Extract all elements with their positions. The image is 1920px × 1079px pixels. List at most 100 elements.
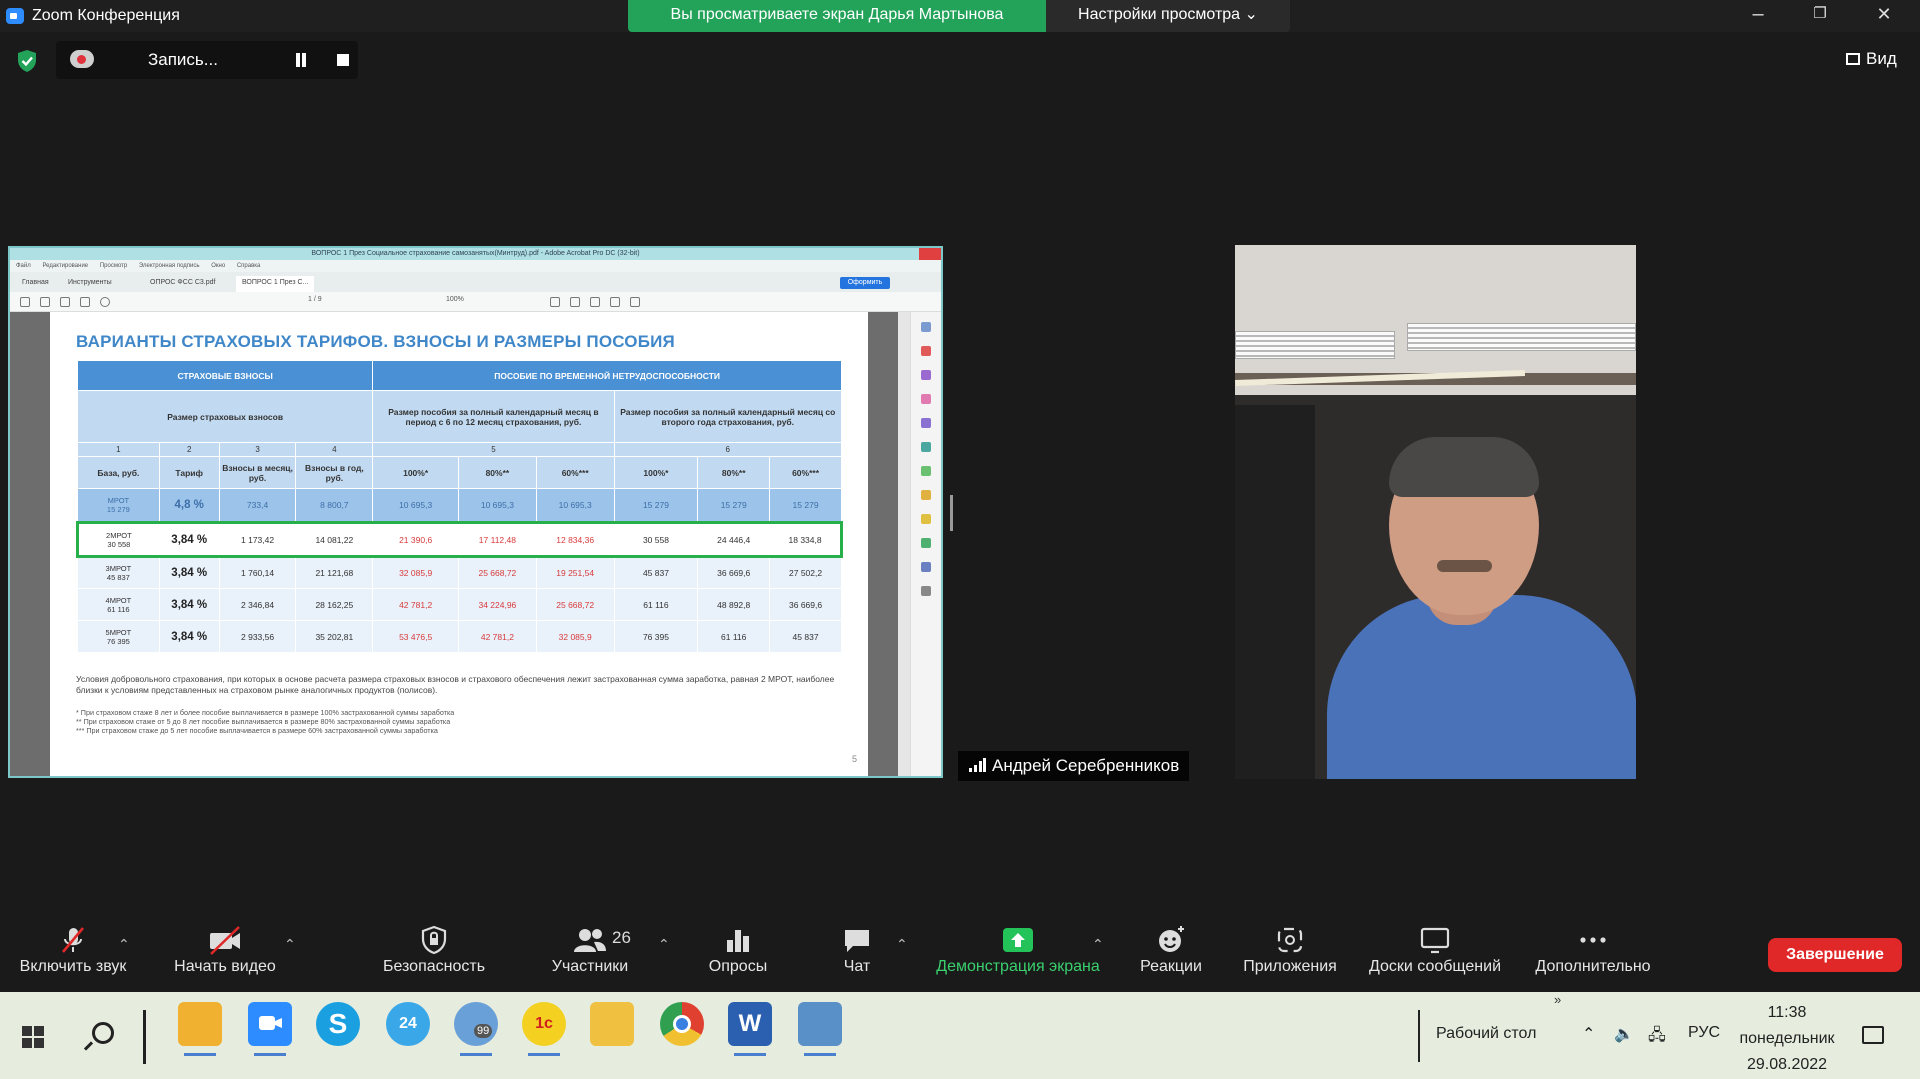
table-cell: 10 695,3 [458,488,537,523]
screen-share-banner: Вы просматриваете экран Дарья Мартынова [628,0,1046,32]
column-header: 100%* [372,456,459,489]
column-number: 4 [295,442,374,457]
table-cell: 1 173,42 [218,521,297,558]
fill-sign-icon [921,418,931,428]
acrobat-tabs: Главная Инструменты ОПРОС ФСС С3.pdf ВОП… [10,272,941,292]
tray-up-arrow-icon[interactable]: ⌃ [1582,1024,1595,1044]
edit-pdf-icon [921,394,931,404]
pen-icon [570,297,580,307]
view-options-dropdown[interactable]: Настройки просмотра ⌄ [1046,0,1290,32]
system-clock[interactable]: 11:38 понедельник 29.08.2022 [1730,1000,1844,1078]
bitrix24-icon[interactable]: 24 [386,1002,430,1046]
security-shield-icon [421,925,447,955]
1c-icon[interactable]: 1c [522,1002,566,1056]
table-cell: 18 334,8 [769,521,843,558]
view-button-label: Вид [1866,49,1897,68]
column-number: 2 [158,442,220,457]
participant-name: Андрей Серебренников [992,756,1180,775]
end-meeting-button[interactable]: Завершение [1768,938,1902,972]
apps-button[interactable]: Приложения [1236,912,1344,992]
word-icon[interactable]: W [728,1002,772,1056]
table-cell: 3,84 % [158,620,220,653]
participants-button[interactable]: Участники [542,912,638,992]
start-video-label: Начать видео [174,958,276,975]
stop-recording-icon[interactable] [337,54,349,66]
more-button[interactable]: Дополнительно [1526,912,1660,992]
network-icon[interactable]: 🖧 [1648,1024,1666,1051]
share-screen-button[interactable]: Демонстрация экрана [926,912,1110,992]
start-video-button[interactable]: Начать видео [166,912,284,992]
language-indicator[interactable]: РУС [1688,1024,1720,1042]
maximize-button[interactable]: ❐ [1792,0,1848,30]
microphone-muted-icon [62,927,84,953]
minimize-button[interactable]: – [1730,0,1786,30]
table-cell: 25 668,72 [535,588,615,621]
participant-figure [1327,437,1636,779]
close-button[interactable]: ✕ [1856,0,1912,30]
video-options-chevron-icon[interactable]: ⌃ [284,936,296,953]
share-screen-label: Демонстрация экрана [936,958,1100,975]
speaker-icon[interactable]: 🔈 [1614,1024,1634,1044]
table-cell: 3МРОТ 45 837 [77,556,160,589]
table-cell: 34 224,96 [458,588,537,621]
table-header-row: 1 2 3 4 5 6 [77,442,843,457]
view-splitter-handle[interactable] [950,495,953,531]
table-cell: 19 251,54 [535,556,615,589]
whiteboards-button[interactable]: Доски сообщений [1360,912,1510,992]
remote-desktop-icon[interactable] [798,1002,842,1056]
video-off-icon [210,926,240,955]
grid-view-icon [1846,53,1860,65]
base-value: 15 279 [106,505,130,514]
encryption-shield-icon[interactable] [16,49,38,73]
page-gutter-left [10,312,50,776]
skype-icon[interactable]: S [316,1002,360,1046]
table-cell: 48 892,8 [697,588,771,621]
clock-date: 29.08.2022 [1746,1056,1828,1073]
protect-icon [921,562,931,572]
chat-button[interactable]: Чат [826,912,888,992]
share-options-chevron-icon[interactable]: ⌃ [1092,936,1104,953]
column-header: База, руб. [77,456,160,489]
participants-options-chevron-icon[interactable]: ⌃ [658,936,670,953]
audio-options-chevron-icon[interactable]: ⌃ [118,936,130,953]
search-icon [100,297,110,307]
reactions-label: Реакции [1140,958,1202,975]
double-chevron-icon[interactable]: » [1554,992,1561,1007]
table-cell: 10 695,3 [372,488,459,523]
table-cell: 15 279 [769,488,842,523]
outlook-icon[interactable] [178,1002,222,1056]
explorer-icon[interactable] [590,1002,634,1046]
table-cell: 4МРОТ 61 116 [77,588,160,621]
table-cell: 2 933,56 [218,620,297,653]
polls-button[interactable]: Опросы [696,912,780,992]
menu-item: Окно [211,263,226,269]
table-cell: 12 834,36 [535,521,615,558]
participant-figure [1389,437,1539,497]
pause-recording-icon[interactable] [294,53,308,67]
messenger-icon[interactable]: 99 [454,1002,498,1056]
column-header: Тариф [158,456,220,489]
table-header-row: База, руб. Тариф Взносы в месяц, руб. Вз… [77,456,842,489]
chat-options-chevron-icon[interactable]: ⌃ [896,936,908,953]
column-number: 6 [613,442,843,457]
organize-icon [921,442,931,452]
table-cell: 5МРОТ 76 395 [77,620,160,653]
chrome-icon[interactable] [660,1002,704,1046]
search-icon[interactable] [92,1022,114,1044]
view-options-label: Настройки просмотра [1078,6,1241,23]
zoom-tool-icon [921,322,931,332]
security-button[interactable]: Безопасность [378,912,490,992]
table-header: Размер страховых взносов [76,390,374,443]
whiteboards-label: Доски сообщений [1368,958,1502,975]
menu-item: Справка [236,263,261,269]
shared-screen[interactable]: ВОПРОС 1 През Социальное страхование сам… [8,246,943,778]
desktop-toolbar[interactable]: Рабочий стол [1436,1025,1536,1043]
view-button[interactable]: Вид [1846,49,1897,69]
participant-video[interactable] [1235,245,1636,779]
notifications-icon[interactable] [1862,1026,1884,1044]
windows-start-icon[interactable] [22,1026,44,1048]
zoom-icon[interactable] [248,1002,292,1056]
base-value: 45 837 [106,573,130,582]
base-value: 76 395 [106,636,130,646]
reactions-button[interactable]: Реакции [1130,912,1212,992]
